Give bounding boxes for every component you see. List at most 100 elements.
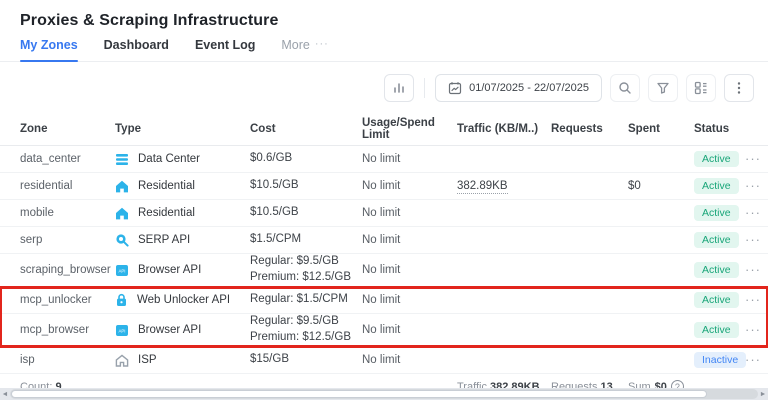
kebab-vertical-icon [737,81,741,95]
highlight-annotation-box: mcp_unlockerWeb Unlocker APIRegular: $1.… [0,287,768,347]
status-badge: Active [694,205,739,221]
scroll-left-arrow-icon[interactable]: ◄ [0,391,10,398]
bar-chart-icon [392,81,406,95]
status-cell: Inactive [694,352,744,368]
scrollbar-thumb[interactable] [11,390,707,398]
table-row[interactable]: scraping_browserAPIBrowser APIRegular: $… [0,254,768,287]
status-badge: Active [694,262,739,278]
search-icon [618,81,632,95]
status-cell: Active [694,151,744,167]
date-range-picker[interactable]: 01/07/2025 - 22/07/2025 [435,74,602,102]
zone-cost: $1.5/CPM [250,232,362,248]
tab-my-zones[interactable]: My Zones [20,38,78,61]
browser-api-icon: API [115,324,129,337]
zone-type-label: ISP [138,354,157,366]
house-icon [115,180,129,193]
zone-name: isp [20,354,115,366]
zone-name: scraping_browser [20,264,115,276]
zone-cost: $10.5/GB [250,205,362,221]
house-gray-icon [115,354,129,367]
row-actions-kebab-icon[interactable]: ··· [744,355,762,365]
status-cell: Active [694,262,744,278]
status-badge: Active [694,151,739,167]
zone-type-label: Residential [138,180,195,192]
status-badge: Active [694,322,739,338]
calendar-icon [448,81,462,95]
search-button[interactable] [610,74,640,102]
row-actions-kebab-icon[interactable]: ··· [744,235,762,245]
tab-bar: My Zones Dashboard Event Log More ··· [0,38,768,62]
tab-more-label: More [281,38,309,52]
zone-type: API Browser API [115,324,250,337]
status-badge: Active [694,232,739,248]
zone-name: residential [20,180,115,192]
browser-api-icon: API [115,264,129,277]
zone-type-label: Residential [138,207,195,219]
table-row[interactable]: serpSERP API$1.5/CPMNo limit Active ··· [0,227,768,254]
table-row[interactable]: mcp_browserAPI Browser API Regular: $9.5/G… [0,314,768,347]
row-actions-kebab-icon[interactable]: ··· [744,154,762,164]
usage-spend-limit: No limit [362,234,457,246]
zone-name: data_center [20,153,115,165]
table-row[interactable]: isp ISP $15/GBNo limit Inactive··· [0,347,768,374]
row-actions-kebab-icon[interactable]: ··· [744,208,762,218]
column-header: Requests [551,123,628,135]
usage-spend-limit: No limit [362,180,457,192]
zone-type: ISP [115,354,250,367]
search-badge-icon [115,233,129,247]
zone-name: serp [20,234,115,246]
tab-dashboard[interactable]: Dashboard [104,38,169,61]
horizontal-scrollbar[interactable]: ◄ ► [0,388,768,400]
scroll-right-arrow-icon[interactable]: ► [758,391,768,398]
status-badge: Active [694,292,739,308]
customize-columns-button[interactable] [686,74,716,102]
svg-text:API: API [118,268,125,273]
status-cell: Active [694,205,744,221]
table-menu-button[interactable] [724,74,754,102]
zone-name: mcp_browser [20,324,115,336]
status-badge: Active [694,178,739,194]
zone-traffic: 382.89KB [457,180,551,192]
zone-name: mcp_unlocker [20,294,115,306]
scrollbar-track[interactable] [10,389,758,399]
table-row[interactable]: mobileResidential$10.5/GBNo limitActive·… [0,200,768,227]
table-header-row: ZoneTypeCostUsage/Spend LimitTraffic (KB… [0,112,768,146]
row-actions-kebab-icon[interactable]: ··· [744,295,762,305]
page-title: Proxies & Scraping Infrastructure [0,0,768,30]
row-actions-kebab-icon[interactable]: ··· [744,181,762,191]
zone-type: Data Center [115,153,250,166]
column-header: Zone [20,123,115,135]
table-row[interactable]: data_centerData Center$0.6/GBNo limitAct… [0,146,768,173]
zone-type: Web Unlocker API [115,293,250,307]
table-row[interactable]: mcp_unlockerWeb Unlocker APIRegular: $1.… [0,287,768,314]
status-cell: Active [694,178,744,194]
usage-spend-limit: No limit [362,294,457,306]
tab-event-log[interactable]: Event Log [195,38,255,61]
usage-spend-limit: No limit [362,153,457,165]
status-badge: Inactive [694,352,746,368]
zone-cost: Regular: $9.5/GBPremium: $12.5/GB [250,314,362,345]
row-actions-kebab-icon[interactable]: ··· [744,325,762,335]
server-icon [115,153,129,166]
zone-spent: $0 [628,180,694,192]
columns-settings-icon [694,81,708,95]
tab-more[interactable]: More ··· [281,38,328,61]
usage-spend-limit: No limit [362,354,457,366]
usage-spend-limit: No limit [362,264,457,276]
status-cell: Active [694,232,744,248]
zone-cost: $10.5/GB [250,178,362,194]
zone-type-label: Browser API [138,264,201,276]
status-cell: Active [694,292,744,308]
zone-type-label: Browser API [138,324,201,336]
filter-button[interactable] [648,74,678,102]
column-header: Type [115,123,250,135]
chart-view-button[interactable] [384,74,414,102]
usage-spend-limit: No limit [362,207,457,219]
row-actions-kebab-icon[interactable]: ··· [744,265,762,275]
column-header: Traffic (KB/M..) [457,123,551,135]
zone-cost: $15/GB [250,352,362,368]
house-icon [115,207,129,220]
table-row[interactable]: residential Residential $10.5/GBNo limit38… [0,173,768,200]
zone-type: SERP API [115,233,250,247]
zone-type-label: Web Unlocker API [137,294,230,306]
